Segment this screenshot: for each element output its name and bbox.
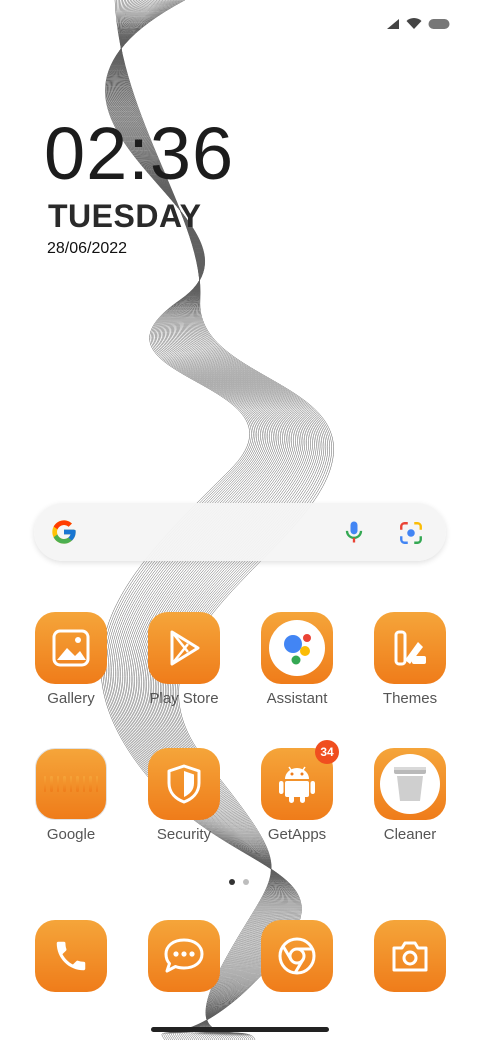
maps-mini-icon [56,776,60,792]
phone-icon [56,941,86,971]
youtube-mini-icon [63,776,66,792]
chrome-icon [278,937,316,975]
drive-mini-icon [69,776,73,792]
themes-icon[interactable] [374,612,446,684]
dock-camera[interactable] [374,920,446,992]
trash-icon[interactable] [374,748,446,820]
app-play-store[interactable]: Play Store [139,612,229,707]
google-mini-icon [44,776,47,792]
wifi-icon [406,18,422,29]
app-cleaner[interactable]: Cleaner [365,748,455,843]
messages-icon [164,938,204,973]
clock-day: TUESDAY [48,198,202,234]
app-assistant[interactable]: Assistant [252,612,342,707]
photos-mini-icon [89,776,92,792]
clock-time[interactable]: 02:36 [44,112,234,196]
assistant-icon[interactable] [261,612,333,684]
app-label: Themes [382,690,438,707]
android-icon[interactable]: 34 [261,740,339,820]
home-gesture-bar[interactable] [151,1027,329,1032]
microphone-icon[interactable] [340,518,368,546]
app-themes[interactable]: Themes [365,612,455,707]
folder-google[interactable]: Google [26,748,116,843]
notification-badge: 34 [315,740,339,764]
page-dot-2[interactable] [243,879,249,885]
google-lens-icon[interactable] [398,520,424,546]
signal-icon [387,19,399,29]
files-mini-icon [95,776,98,792]
camera-icon [392,941,428,972]
app-label: Gallery [47,690,95,707]
security-shield-icon[interactable] [148,748,220,820]
app-getapps[interactable]: 34 GetApps [252,740,342,843]
google-folder-icon[interactable] [35,748,107,820]
google-search-bar[interactable] [34,503,446,561]
battery-icon [428,19,450,29]
app-label: Assistant [266,690,328,707]
dock-phone[interactable] [35,920,107,992]
app-security[interactable]: Security [139,748,229,843]
youtube-music-mini-icon [76,776,79,792]
dock-messages[interactable] [148,920,220,992]
page-dot-1[interactable] [229,879,235,885]
app-label: Play Store [149,690,219,707]
page-indicator[interactable] [229,879,249,885]
gmail-mini-icon [50,776,53,792]
google-logo-icon[interactable] [50,518,78,546]
status-bar [386,18,450,30]
app-label: GetApps [267,826,327,843]
gallery-icon[interactable] [35,612,107,684]
duo-mini-icon [82,776,86,792]
clock-date: 28/06/2022 [47,240,128,257]
app-gallery[interactable]: Gallery [26,612,116,707]
app-label: Cleaner [383,826,437,843]
app-label: Google [46,826,96,843]
app-label: Security [156,826,212,843]
play-store-icon[interactable] [148,612,220,684]
dock-chrome[interactable] [261,920,333,992]
